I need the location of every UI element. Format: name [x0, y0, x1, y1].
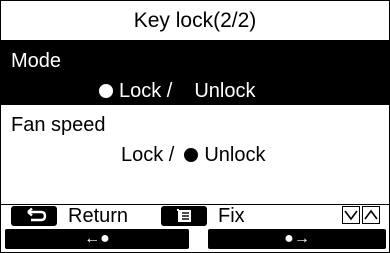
- fan-speed-unlock-option[interactable]: Unlock: [204, 144, 265, 166]
- chevron-down-button[interactable]: [342, 206, 360, 224]
- return-icon: [27, 207, 47, 222]
- move-right-button[interactable]: ●→: [208, 229, 386, 249]
- fan-speed-lock-option[interactable]: Lock /: [121, 144, 174, 166]
- chevron-up-icon: [364, 209, 378, 220]
- fix-button[interactable]: [161, 206, 207, 226]
- fan-speed-options: Lock / Unlock: [121, 143, 266, 167]
- mode-lock-option[interactable]: Lock /: [119, 80, 172, 102]
- setting-row-fan-speed[interactable]: Fan speed Lock / Unlock: [1, 107, 389, 173]
- setting-label-mode: Mode: [11, 50, 62, 72]
- setting-row-mode[interactable]: Mode Lock / Unlock: [1, 41, 389, 105]
- page-title: Key lock(2/2): [133, 9, 257, 32]
- move-left-button[interactable]: ←●: [5, 229, 189, 249]
- radio-dot-icon: [184, 148, 199, 162]
- chevron-up-button[interactable]: [362, 206, 380, 224]
- setting-label-fan-speed: Fan speed: [11, 114, 106, 136]
- key-lock-screen: Key lock(2/2) Mode Lock / Unlock Fan spee…: [0, 0, 390, 253]
- mode-options: Lock / Unlock: [99, 79, 256, 103]
- fix-label: Fix: [218, 205, 245, 227]
- return-button[interactable]: [11, 206, 57, 226]
- mode-unlock-option[interactable]: Unlock: [194, 80, 255, 102]
- menu-icon: [177, 209, 191, 222]
- chevron-down-icon: [344, 210, 358, 221]
- return-label: Return: [68, 205, 129, 227]
- radio-dot-icon: [99, 84, 113, 98]
